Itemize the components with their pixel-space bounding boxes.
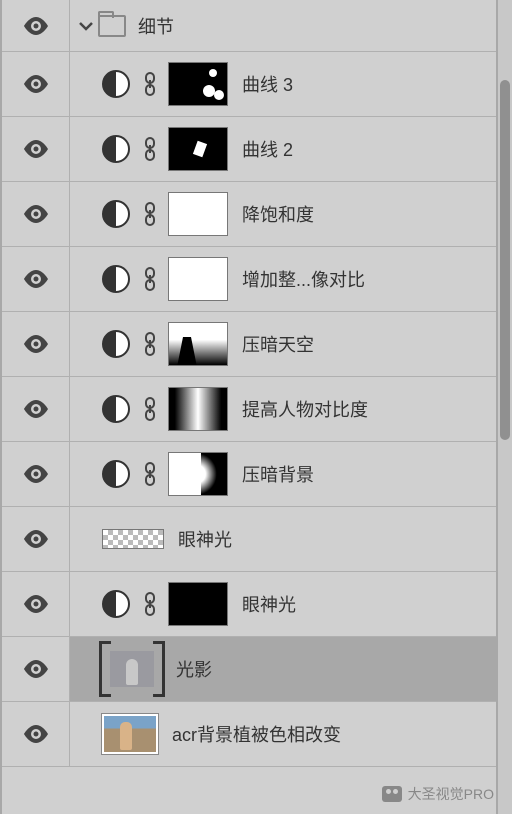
- layer-row[interactable]: 压暗天空: [2, 312, 496, 377]
- visibility-toggle[interactable]: [2, 52, 70, 116]
- layers-panel: 细节 曲线 3 曲线 2 降饱和度: [0, 0, 498, 814]
- smart-object-thumb[interactable]: [102, 647, 162, 691]
- eye-icon: [23, 270, 49, 288]
- layer-name: 提高人物对比度: [242, 396, 368, 422]
- eye-icon: [23, 75, 49, 93]
- layer-name: 曲线 2: [242, 136, 293, 162]
- visibility-toggle[interactable]: [2, 507, 70, 571]
- group-row[interactable]: 细节: [2, 0, 496, 52]
- adjustment-layer-icon: [102, 330, 130, 358]
- wechat-icon: [382, 786, 402, 802]
- adjustment-layer-icon: [102, 200, 130, 228]
- eye-icon: [23, 140, 49, 158]
- layer-name: 眼神光: [178, 526, 232, 552]
- layer-row[interactable]: 压暗背景: [2, 442, 496, 507]
- eye-icon: [23, 335, 49, 353]
- layer-name: 曲线 3: [242, 71, 293, 97]
- link-icon: [140, 590, 160, 618]
- layer-name: 光影: [176, 656, 212, 682]
- visibility-toggle[interactable]: [2, 312, 70, 376]
- layer-row[interactable]: 提高人物对比度: [2, 377, 496, 442]
- layer-mask-thumb[interactable]: [168, 452, 228, 496]
- visibility-toggle[interactable]: [2, 377, 70, 441]
- layer-mask-thumb[interactable]: [168, 62, 228, 106]
- eye-icon: [23, 530, 49, 548]
- layer-row[interactable]: 曲线 2: [2, 117, 496, 182]
- layer-mask-thumb[interactable]: [168, 322, 228, 366]
- watermark-text: 大圣视觉PRO: [408, 784, 494, 804]
- layer-name: 压暗天空: [242, 331, 314, 357]
- layer-mask-thumb[interactable]: [168, 127, 228, 171]
- eye-icon: [23, 660, 49, 678]
- scrollbar[interactable]: [498, 0, 512, 814]
- folder-icon: [98, 15, 126, 37]
- layer-row-selected[interactable]: 光影: [2, 637, 496, 702]
- layer-row[interactable]: 眼神光: [2, 507, 496, 572]
- adjustment-layer-icon: [102, 135, 130, 163]
- watermark: 大圣视觉PRO: [382, 784, 494, 804]
- link-icon: [140, 200, 160, 228]
- layer-mask-thumb[interactable]: [168, 192, 228, 236]
- layer-name: 增加整...像对比: [242, 266, 365, 292]
- eye-icon: [23, 595, 49, 613]
- layer-name: 压暗背景: [242, 461, 314, 487]
- link-icon: [140, 460, 160, 488]
- layer-thumb[interactable]: [102, 714, 158, 754]
- layer-row[interactable]: 增加整...像对比: [2, 247, 496, 312]
- link-icon: [140, 395, 160, 423]
- layer-mask-thumb[interactable]: [168, 257, 228, 301]
- eye-icon: [23, 465, 49, 483]
- adjustment-layer-icon: [102, 460, 130, 488]
- visibility-toggle[interactable]: [2, 637, 70, 701]
- layer-row[interactable]: acr背景植被色相改变: [2, 702, 496, 767]
- layer-thumb-transparent[interactable]: [102, 529, 164, 549]
- layer-mask-thumb[interactable]: [168, 582, 228, 626]
- visibility-toggle[interactable]: [2, 247, 70, 311]
- layer-mask-thumb[interactable]: [168, 387, 228, 431]
- link-icon: [140, 265, 160, 293]
- adjustment-layer-icon: [102, 265, 130, 293]
- eye-icon: [23, 205, 49, 223]
- link-icon: [140, 330, 160, 358]
- group-name: 细节: [138, 13, 174, 39]
- visibility-toggle[interactable]: [2, 182, 70, 246]
- chevron-down-icon[interactable]: [78, 18, 94, 34]
- layer-row[interactable]: 曲线 3: [2, 52, 496, 117]
- layer-name: acr背景植被色相改变: [172, 721, 341, 747]
- visibility-toggle[interactable]: [2, 572, 70, 636]
- eye-icon: [23, 400, 49, 418]
- visibility-toggle[interactable]: [2, 0, 70, 51]
- eye-icon: [23, 17, 49, 35]
- adjustment-layer-icon: [102, 70, 130, 98]
- scrollbar-thumb[interactable]: [500, 80, 510, 440]
- visibility-toggle[interactable]: [2, 702, 70, 766]
- link-icon: [140, 135, 160, 163]
- eye-icon: [23, 725, 49, 743]
- link-icon: [140, 70, 160, 98]
- visibility-toggle[interactable]: [2, 117, 70, 181]
- adjustment-layer-icon: [102, 590, 130, 618]
- layer-name: 降饱和度: [242, 201, 314, 227]
- layer-name: 眼神光: [242, 591, 296, 617]
- visibility-toggle[interactable]: [2, 442, 70, 506]
- adjustment-layer-icon: [102, 395, 130, 423]
- layer-row[interactable]: 眼神光: [2, 572, 496, 637]
- layer-row[interactable]: 降饱和度: [2, 182, 496, 247]
